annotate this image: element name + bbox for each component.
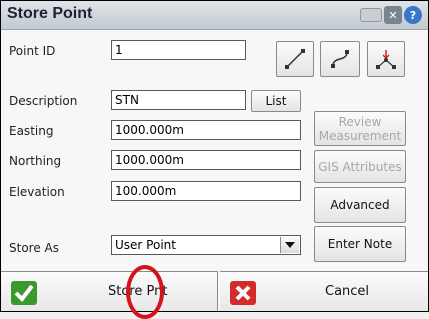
point-id-field[interactable]: 1 xyxy=(111,40,246,60)
elevation-label: Elevation xyxy=(9,185,65,199)
elevation-field[interactable]: 100.000m xyxy=(111,181,301,201)
store-point-dialog: Store Point ✕ ? Point ID 1 Description S… xyxy=(0,0,429,319)
point-from-points-icon xyxy=(376,50,396,69)
easting-label: Easting xyxy=(9,124,54,138)
cancel-label: Cancel xyxy=(325,284,370,299)
enter-note-button[interactable]: Enter Note xyxy=(314,226,406,262)
store-as-value: User Point xyxy=(115,238,176,252)
point-tool-button[interactable] xyxy=(367,41,405,77)
review-measurement-button[interactable]: Review Measurement xyxy=(314,111,406,146)
easting-field[interactable]: 1000.000m xyxy=(111,120,301,140)
store-as-dropdown[interactable]: User Point xyxy=(111,235,301,255)
curve-tool-button[interactable] xyxy=(320,41,360,77)
review-label-line1: Review xyxy=(338,114,382,129)
title-icons: ✕ ? xyxy=(360,6,422,24)
northing-label: Northing xyxy=(9,154,62,168)
point-id-label: Point ID xyxy=(9,44,56,58)
check-icon xyxy=(11,281,37,305)
close-icon[interactable]: ✕ xyxy=(384,6,402,24)
title-bar: Store Point ✕ ? xyxy=(1,1,428,30)
store-point-button[interactable]: Store Pnt xyxy=(1,271,218,311)
gis-attributes-button[interactable]: GIS Attributes xyxy=(314,150,406,183)
advanced-button[interactable]: Advanced xyxy=(314,187,406,223)
description-field[interactable]: STN xyxy=(111,90,246,110)
description-label: Description xyxy=(9,94,78,108)
x-icon xyxy=(230,281,256,305)
line-tool-icon xyxy=(285,49,305,69)
curve-tool-icon xyxy=(331,50,349,68)
store-as-label: Store As xyxy=(9,241,59,255)
review-label-line2: Measurement xyxy=(318,128,402,143)
northing-field[interactable]: 1000.000m xyxy=(111,150,301,170)
help-icon[interactable]: ? xyxy=(404,6,422,24)
line-tool-button[interactable] xyxy=(276,41,314,77)
list-button[interactable]: List xyxy=(251,90,301,112)
cancel-button[interactable]: Cancel xyxy=(220,271,428,311)
chevron-down-icon[interactable] xyxy=(280,237,299,253)
keyboard-icon[interactable] xyxy=(360,8,382,22)
store-point-label: Store Pnt xyxy=(108,284,168,299)
window-title: Store Point xyxy=(7,5,93,22)
